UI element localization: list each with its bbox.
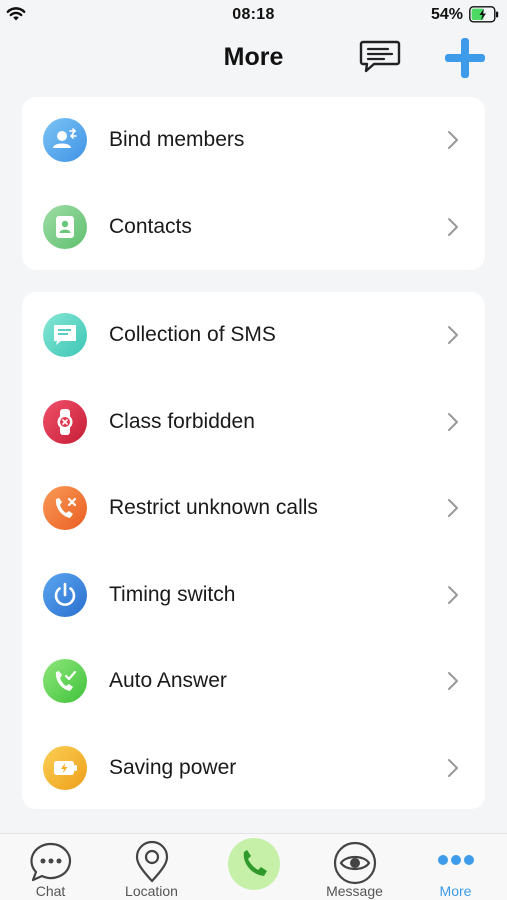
phone-check-icon	[43, 659, 87, 703]
menu-item-restrict-unknown-calls[interactable]: Restrict unknown calls	[22, 465, 485, 552]
chevron-right-icon	[448, 585, 458, 604]
menu-item-contacts[interactable]: Contacts	[22, 184, 485, 271]
chevron-right-icon	[448, 131, 458, 149]
chevron-right-icon	[448, 412, 458, 431]
menu-item-saving-power[interactable]: Saving power	[22, 725, 485, 812]
menu-item-bind-members[interactable]: Bind members	[22, 97, 485, 184]
eye-icon	[333, 841, 377, 885]
tab-label: Location	[125, 883, 178, 899]
power-icon	[43, 572, 87, 617]
phone-call-icon	[243, 850, 267, 876]
tab-label: Message	[326, 883, 383, 899]
more-dots-icon	[438, 855, 474, 865]
tab-chat[interactable]: Chat	[0, 834, 101, 900]
chevron-right-icon	[448, 758, 458, 777]
settings-group-features: Collection of SMS Class forbidden Restri…	[22, 292, 485, 809]
chat-icon	[30, 842, 72, 882]
menu-item-timing-switch[interactable]: Timing switch	[22, 552, 485, 639]
menu-item-label: Timing switch	[109, 582, 236, 606]
chevron-right-icon	[448, 217, 458, 236]
settings-group-members: Bind members Contacts	[22, 97, 485, 270]
menu-item-label: Restrict unknown calls	[109, 496, 318, 519]
menu-item-label: Bind members	[109, 128, 245, 151]
status-bar: 08:18 54%	[0, 0, 507, 30]
sms-icon	[43, 313, 87, 357]
tab-label: Chat	[35, 883, 66, 899]
battery-charging-icon	[469, 6, 499, 23]
tab-more[interactable]: More	[405, 834, 506, 900]
chevron-right-icon	[448, 326, 458, 344]
battery-saving-icon	[43, 745, 87, 790]
menu-item-collection-of-sms[interactable]: Collection of SMS	[22, 292, 485, 379]
call-button[interactable]	[228, 838, 280, 890]
chevron-right-icon	[448, 499, 458, 517]
chevron-right-icon	[448, 672, 458, 690]
phone-block-icon	[43, 486, 87, 530]
menu-item-label: Collection of SMS	[109, 323, 276, 346]
contacts-icon	[43, 204, 87, 249]
menu-item-label: Saving power	[109, 755, 237, 779]
watch-forbidden-icon	[43, 399, 87, 444]
menu-item-label: Auto Answer	[109, 669, 227, 692]
menu-item-label: Contacts	[109, 214, 192, 238]
bind-members-icon	[43, 118, 87, 162]
header: More	[0, 30, 507, 86]
location-icon	[135, 840, 169, 883]
menu-item-class-forbidden[interactable]: Class forbidden	[22, 379, 485, 466]
tab-message[interactable]: Message	[304, 834, 405, 900]
battery-percent: 54%	[430, 6, 463, 23]
tab-location[interactable]: Location	[101, 834, 202, 900]
tab-label: More	[439, 883, 472, 899]
message-icon[interactable]	[358, 38, 402, 74]
menu-item-label: Class forbidden	[109, 409, 255, 433]
page-title: More	[223, 43, 284, 71]
bottom-tab-bar: Chat Location Message More	[0, 833, 507, 900]
menu-item-auto-answer[interactable]: Auto Answer	[22, 638, 485, 725]
plus-icon[interactable]	[443, 36, 487, 80]
